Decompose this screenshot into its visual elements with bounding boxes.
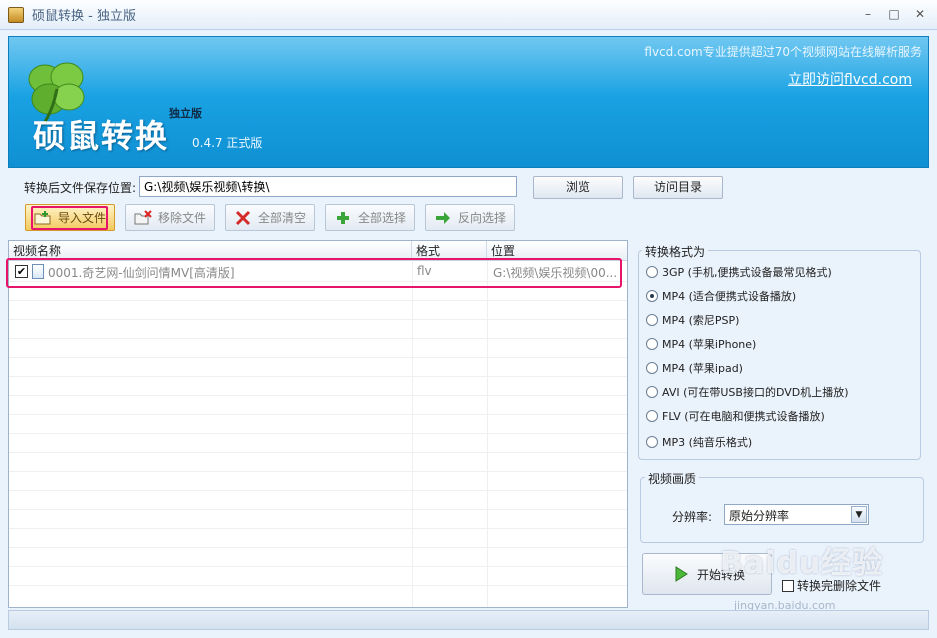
window-title: 硕鼠转换 - 独立版	[32, 9, 136, 24]
resolution-value: 原始分辨率	[729, 509, 790, 523]
quality-group-title: 视频画质	[645, 470, 700, 487]
invert-select-button[interactable]: 反向选择	[425, 204, 515, 231]
watermark-logo: Baidu经验	[720, 546, 884, 581]
radio-mp4-ipad[interactable]	[646, 362, 658, 374]
banner: 硕鼠转换 独立版 0.4.7 正式版 flvcd.com专业提供超过70个视频网…	[8, 36, 929, 168]
format-option-mp4-psp[interactable]: MP4 (索尼PSP)	[646, 311, 739, 329]
browse-button[interactable]: 浏览	[533, 176, 623, 199]
file-list[interactable]: 视频名称 格式 位置 ✔ 0001.奇艺网-仙剑问情MV[高清版] flv G:…	[8, 240, 628, 608]
select-all-label: 全部选择	[358, 211, 407, 225]
radio-flv[interactable]	[646, 410, 658, 422]
invert-select-label: 反向选择	[458, 211, 507, 225]
green-plus-icon	[337, 211, 349, 224]
radio-mp3[interactable]	[646, 436, 658, 448]
radio-mp4-psp[interactable]	[646, 314, 658, 326]
radio-mp4-iphone[interactable]	[646, 338, 658, 350]
remove-file-icon	[134, 209, 152, 224]
format-group-title: 转换格式为	[642, 243, 709, 260]
format-option-mp4-ipad[interactable]: MP4 (苹果ipad)	[646, 359, 743, 377]
brand-version: 0.4.7 正式版	[192, 136, 263, 150]
format-option-mp4[interactable]: MP4 (适合便携式设备播放)	[646, 287, 796, 305]
format-option-mp4-iphone[interactable]: MP4 (苹果iPhone)	[646, 335, 756, 353]
green-arrow-icon	[436, 211, 450, 224]
save-path-input[interactable]	[139, 176, 517, 197]
chevron-down-icon[interactable]: ▼	[851, 506, 867, 523]
red-x-icon	[235, 210, 251, 225]
save-location-label: 转换后文件保存位置:	[24, 181, 137, 195]
clear-all-button[interactable]: 全部清空	[225, 204, 315, 231]
brand-edition: 独立版	[169, 107, 202, 120]
radio-3gp[interactable]	[646, 266, 658, 278]
radio-mp4[interactable]	[646, 290, 658, 302]
resolution-select[interactable]: 原始分辨率 ▼	[724, 504, 869, 525]
row-highlight-box	[6, 258, 622, 288]
remove-file-button[interactable]: 移除文件	[125, 204, 215, 231]
brand-title: 硕鼠转换	[33, 117, 170, 155]
resolution-label: 分辨率:	[672, 510, 713, 524]
open-directory-button[interactable]: 访问目录	[633, 176, 723, 199]
format-option-avi[interactable]: AVI (可在带USB接口的DVD机上播放)	[646, 383, 849, 401]
close-icon[interactable]: ✕	[911, 6, 929, 22]
minimize-icon[interactable]: –	[859, 6, 877, 22]
format-option-flv[interactable]: FLV (可在电脑和便携式设备播放)	[646, 407, 825, 425]
clear-all-label: 全部清空	[258, 211, 307, 225]
app-icon	[8, 6, 24, 23]
remove-file-label: 移除文件	[158, 211, 207, 225]
radio-avi[interactable]	[646, 386, 658, 398]
visit-flvcd-link[interactable]: 立即访问flvcd.com	[788, 69, 912, 89]
format-group	[638, 250, 921, 460]
play-icon	[675, 566, 688, 582]
title-bar: 硕鼠转换 - 独立版 – □ ✕	[0, 0, 937, 30]
maximize-icon[interactable]: □	[885, 6, 903, 22]
status-bar	[8, 610, 929, 630]
format-option-3gp[interactable]: 3GP (手机,便携式设备最常见格式)	[646, 263, 832, 281]
import-highlight-box	[31, 206, 108, 230]
select-all-button[interactable]: 全部选择	[325, 204, 415, 231]
window-controls: – □ ✕	[859, 6, 929, 22]
banner-tagline: flvcd.com专业提供超过70个视频网站在线解析服务	[644, 45, 922, 59]
format-option-mp3[interactable]: MP3 (纯音乐格式)	[646, 433, 752, 451]
